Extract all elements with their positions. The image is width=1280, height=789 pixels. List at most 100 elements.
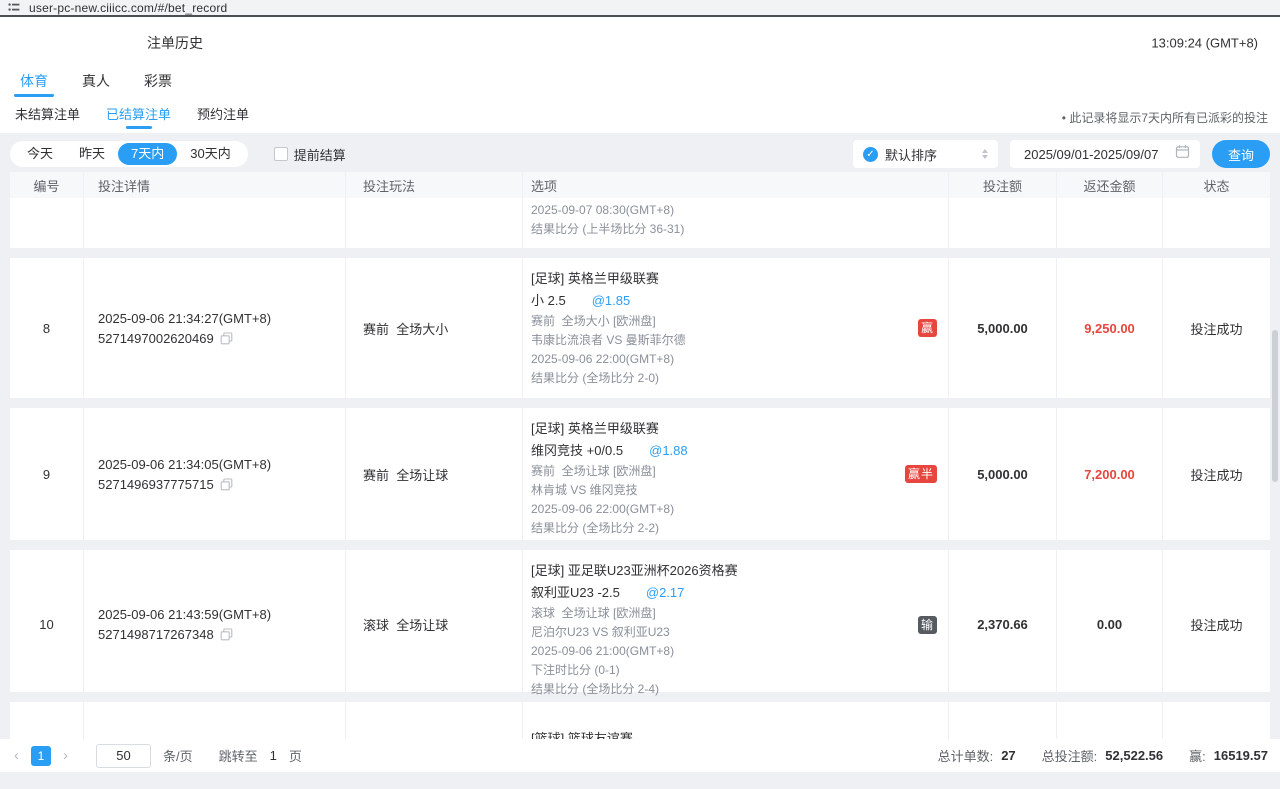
col-header-option: 选项 xyxy=(522,172,948,198)
play-type: 赛前 全场大小 xyxy=(345,258,522,398)
total-stake-label: 总投注额: xyxy=(1042,746,1098,765)
league-name: [足球] 英格兰甲级联赛 xyxy=(531,418,902,440)
tab-list-icon xyxy=(8,2,20,13)
subtab-unsettled[interactable]: 未结算注单 xyxy=(13,100,82,133)
table-footer: ‹ 1 › 条/页 跳转至 1 页 总计单数: 27 总投注额: 52,522.… xyxy=(0,739,1280,772)
table-row: 10 2025-09-06 21:43:59(GMT+8) 5271498717… xyxy=(10,550,1270,692)
match-time: 2025-09-06 22:00(GMT+8) xyxy=(531,500,902,519)
copy-icon[interactable] xyxy=(220,628,233,641)
bet-time: 2025-09-06 21:34:05(GMT+8) xyxy=(98,457,345,472)
play-type: 赛前 全场让球 xyxy=(345,408,522,540)
range-yesterday[interactable]: 昨天 xyxy=(66,143,118,165)
date-range-value: 2025/09/01-2025/09/07 xyxy=(1024,147,1158,162)
total-win-value: 16519.57 xyxy=(1214,748,1268,763)
bet-status: 投注成功 xyxy=(1162,550,1270,699)
tab-lottery[interactable]: 彩票 xyxy=(142,69,174,100)
payout-amount: 7,200.00 xyxy=(1056,408,1162,540)
next-page-icon[interactable]: › xyxy=(63,748,68,763)
table-row: 9 2025-09-06 21:34:05(GMT+8) 52714969377… xyxy=(10,408,1270,540)
order-number: 5271497002620469 xyxy=(98,331,214,346)
bet-odds: @2.17 xyxy=(646,582,685,604)
calendar-icon xyxy=(1175,144,1190,164)
match-teams: 林肯城 VS 维冈竞技 xyxy=(531,481,902,500)
league-name: [足球] 英格兰甲级联赛 xyxy=(531,268,902,290)
pagination: ‹ 1 › 条/页 跳转至 1 页 xyxy=(14,744,302,768)
score-at-bet: 下注时比分 (0-1) xyxy=(531,661,902,680)
filter-bar: 今天 昨天 7天内 30天内 提前结算 ✓ 默认排序 2025/09/01-20… xyxy=(10,139,1270,169)
page-unit-label: 页 xyxy=(289,746,302,765)
copy-icon[interactable] xyxy=(220,332,233,345)
col-header-stake: 投注额 xyxy=(948,172,1056,198)
bet-status: 投注成功 xyxy=(1162,258,1270,398)
payout-amount: 9,250.00 xyxy=(1056,258,1162,398)
record-notice: • 此记录将显示7天内所有已派彩的投注 xyxy=(1062,109,1268,126)
prev-page-icon[interactable]: ‹ xyxy=(14,748,19,763)
play-type: 滚球 全场让球 xyxy=(345,550,522,699)
bet-selection: 小 2.5 xyxy=(531,290,566,312)
col-header-play: 投注玩法 xyxy=(345,172,522,198)
jump-page-input[interactable]: 1 xyxy=(270,748,277,763)
table-row: 8 2025-09-06 21:34:27(GMT+8) 52714970026… xyxy=(10,258,1270,398)
league-name: [篮球] 篮球友谊赛 xyxy=(531,712,902,740)
bet-odds: @1.88 xyxy=(649,440,688,462)
sort-selected-value: 默认排序 xyxy=(885,145,975,164)
total-stake-value: 52,522.56 xyxy=(1105,748,1163,763)
jump-label: 跳转至 xyxy=(219,746,258,765)
total-win-label: 赢: xyxy=(1189,746,1206,765)
match-time: 2025-09-06 22:00(GMT+8) xyxy=(531,350,902,369)
stake-amount: 2,370.66 xyxy=(948,550,1056,699)
bet-time: 2025-09-06 21:43:59(GMT+8) xyxy=(98,607,345,622)
sort-caret-icon xyxy=(982,149,988,159)
browser-url-bar[interactable]: user-pc-new.ciiicc.com/#/bet_record xyxy=(0,0,1280,17)
bet-number: 9 xyxy=(10,408,83,540)
total-count-label: 总计单数: xyxy=(938,746,994,765)
bet-selection: 叙利亚U23 -2.5 xyxy=(531,582,620,604)
table-header: 编号 投注详情 投注玩法 选项 投注额 返还金额 状态 xyxy=(10,172,1270,198)
result-badge: 赢 xyxy=(918,319,937,337)
partial-match-time: 2025-09-07 08:30(GMT+8) xyxy=(531,201,902,220)
per-page-label: 条/页 xyxy=(163,746,193,765)
col-header-status: 状态 xyxy=(1162,172,1270,198)
total-count-value: 27 xyxy=(1001,748,1015,763)
check-circle-icon: ✓ xyxy=(863,147,878,162)
early-settle-label: 提前结算 xyxy=(294,145,346,164)
league-name: [足球] 亚足联U23亚洲杯2026资格赛 xyxy=(531,560,902,582)
page-number-button[interactable]: 1 xyxy=(31,746,51,766)
early-settle-checkbox[interactable] xyxy=(274,147,288,161)
url-text: user-pc-new.ciiicc.com/#/bet_record xyxy=(29,1,227,15)
bet-selection: 维冈竞技 +0/0.5 xyxy=(531,440,623,462)
settlement-subtabs: 未结算注单 已结算注单 预约注单 • 此记录将显示7天内所有已派彩的投注 xyxy=(0,100,1280,133)
subtab-settled[interactable]: 已结算注单 xyxy=(104,100,173,133)
market-info: 赛前 全场让球 [欧洲盘] xyxy=(531,462,902,481)
page-title: 注单历史 xyxy=(147,33,203,53)
range-30days[interactable]: 30天内 xyxy=(177,143,243,165)
result-badge: 赢半 xyxy=(905,465,937,483)
match-time: 2025-09-06 21:00(GMT+8) xyxy=(531,642,902,661)
date-range-pills: 今天 昨天 7天内 30天内 xyxy=(10,141,248,167)
bet-time: 2025-09-06 21:34:27(GMT+8) xyxy=(98,311,345,326)
match-teams: 韦康比流浪者 VS 曼斯菲尔德 xyxy=(531,331,902,350)
early-settle-option[interactable]: 提前结算 xyxy=(274,145,346,164)
page-size-input[interactable] xyxy=(96,744,151,768)
copy-icon[interactable] xyxy=(220,478,233,491)
payout-amount: 0.00 xyxy=(1056,550,1162,699)
sort-select[interactable]: ✓ 默认排序 xyxy=(853,140,998,168)
date-range-input[interactable]: 2025/09/01-2025/09/07 xyxy=(1010,140,1200,168)
vertical-scrollbar-thumb[interactable] xyxy=(1272,330,1278,482)
summary-totals: 总计单数: 27 总投注额: 52,522.56 赢: 16519.57 xyxy=(938,746,1268,765)
match-teams: 尼泊尔U23 VS 叙利亚U23 xyxy=(531,623,902,642)
tab-live[interactable]: 真人 xyxy=(80,69,112,100)
bet-number: 10 xyxy=(10,550,83,699)
result-badge: 输 xyxy=(918,616,937,634)
order-number: 5271498717267348 xyxy=(98,627,214,642)
range-today[interactable]: 今天 xyxy=(14,143,66,165)
subtab-reserved[interactable]: 预约注单 xyxy=(195,100,251,133)
result-score: 结果比分 (全场比分 2-2) xyxy=(531,519,902,538)
bet-odds: @1.85 xyxy=(592,290,631,312)
partial-result-score: 结果比分 (上半场比分 36-31) xyxy=(531,220,902,239)
bet-status: 投注成功 xyxy=(1162,408,1270,540)
bet-record-page: user-pc-new.ciiicc.com/#/bet_record 注单历史… xyxy=(0,0,1280,789)
query-button[interactable]: 查询 xyxy=(1212,140,1270,168)
range-7days[interactable]: 7天内 xyxy=(118,143,177,165)
tab-sports[interactable]: 体育 xyxy=(18,69,50,100)
